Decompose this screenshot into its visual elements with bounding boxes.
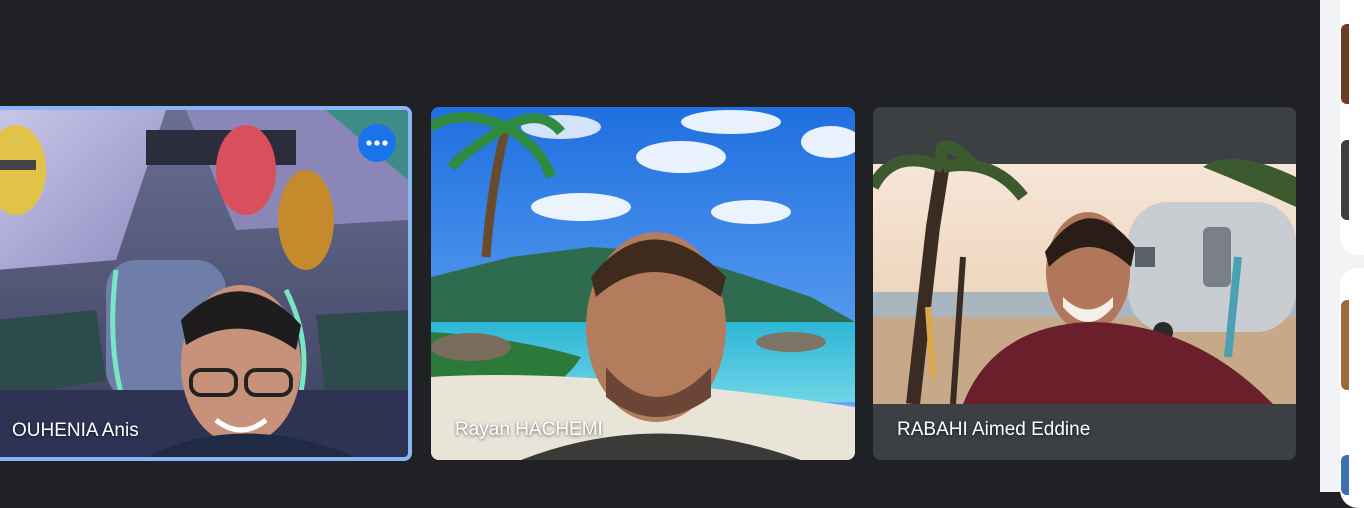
participant-video: [0, 110, 408, 457]
side-panel: [1320, 0, 1364, 508]
participant-thumbnail[interactable]: [1341, 24, 1349, 104]
video-feed-image: [873, 107, 1296, 405]
participant-video: [431, 107, 855, 460]
video-feed-image: [0, 110, 408, 457]
participant-tile-rayan-hachemi[interactable]: Rayan HACHEMI: [431, 107, 855, 460]
more-options-icon: [366, 140, 388, 146]
more-options-button[interactable]: [358, 124, 396, 162]
participant-name: Rayan HACHEMI: [455, 419, 603, 440]
participant-video: [873, 107, 1296, 460]
video-stage: OUHENIA Anis Rayan HACHEMI RABAHI Aimed …: [0, 0, 1320, 492]
participant-name: OUHENIA Anis: [12, 420, 139, 441]
participant-tile-rabahi-aimed-eddine[interactable]: RABAHI Aimed Eddine: [873, 107, 1296, 460]
participant-thumbnail[interactable]: [1341, 140, 1349, 220]
participant-name: RABAHI Aimed Eddine: [897, 419, 1091, 440]
video-feed-image: [431, 107, 855, 460]
participant-thumbnail[interactable]: [1341, 455, 1349, 495]
participant-tile-ouhenia-anis[interactable]: OUHENIA Anis: [0, 106, 412, 461]
participant-thumbnail[interactable]: [1341, 300, 1349, 390]
